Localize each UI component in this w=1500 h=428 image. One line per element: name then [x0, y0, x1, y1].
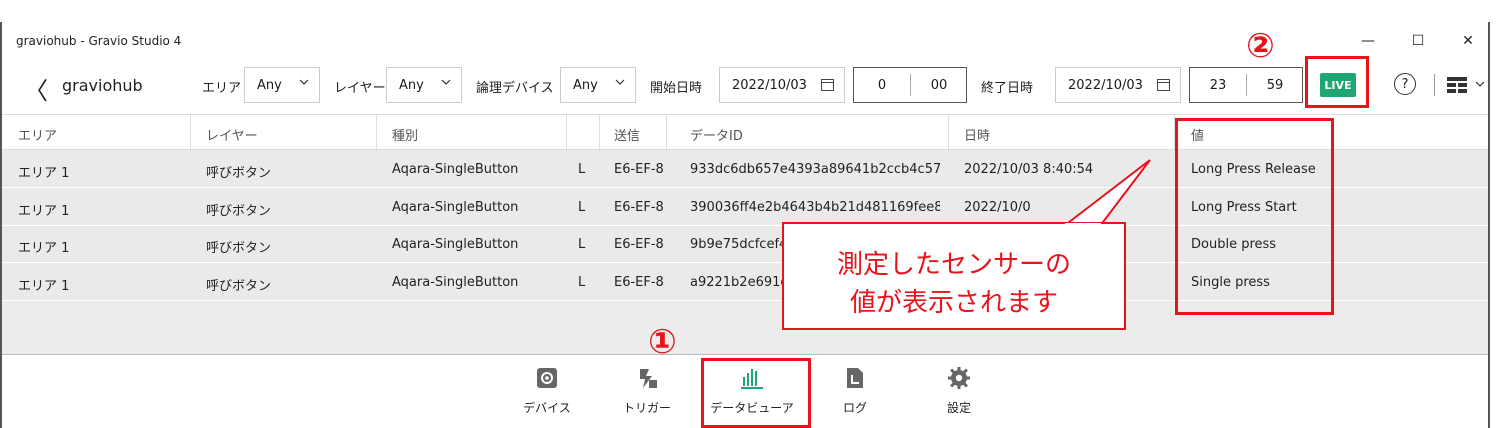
cell-sender: E6-EF-8: [614, 274, 664, 290]
start-date-value: 2022/10/03: [732, 77, 807, 93]
data-viewer-highlight-box: [701, 358, 811, 428]
column-divider: [666, 115, 667, 151]
area-value: Any: [257, 77, 282, 93]
start-time-picker[interactable]: 0 00: [853, 67, 967, 103]
cell-area: エリア 1: [18, 241, 70, 256]
cell-layer: 呼びボタン: [206, 166, 272, 181]
end-label: 終了日時: [981, 81, 1034, 96]
toolbar-divider: [1434, 74, 1435, 96]
col-data-id[interactable]: データID: [690, 125, 743, 144]
chevron-down-icon[interactable]: [1475, 79, 1485, 89]
cell-sender: E6-EF-8: [614, 162, 664, 177]
column-divider: [566, 115, 567, 151]
area-label: エリア: [202, 81, 242, 96]
cell-datetime: 2022/10/0: [964, 199, 1031, 215]
cell-layer: 呼びボタン: [206, 241, 272, 256]
chevron-down-icon: [615, 79, 625, 85]
nav-settings-label: 設定: [946, 401, 971, 415]
callout-line-1: 測定したセンサーの: [836, 250, 1071, 280]
end-date-value: 2022/10/03: [1068, 77, 1143, 93]
end-hour: 23: [1209, 78, 1227, 93]
cell-sender: E6-EF-8: [614, 199, 664, 215]
start-hour: 0: [877, 78, 887, 93]
device-icon: [537, 368, 557, 388]
maximize-button[interactable]: ☐: [1398, 30, 1438, 52]
cell-type: Aqara-SingleButton: [392, 199, 519, 215]
column-divider: [948, 115, 949, 151]
col-layer[interactable]: レイヤー: [206, 125, 258, 144]
cell-data-id: 933dc6db657e4393a89641b2ccb4c57: [690, 162, 940, 177]
end-time-picker[interactable]: 23 59: [1189, 67, 1303, 103]
col-area[interactable]: エリア: [18, 125, 57, 144]
cell-l: L: [578, 199, 586, 215]
column-divider: [190, 115, 191, 151]
device-value: Any: [573, 77, 598, 93]
nav-settings[interactable]: 設定: [914, 355, 1004, 425]
layout-icon[interactable]: [1447, 77, 1467, 93]
end-date-picker[interactable]: 2022/10/03: [1055, 67, 1181, 103]
calendar-icon: [821, 79, 834, 91]
device-select[interactable]: Any: [560, 67, 636, 103]
cell-l: L: [578, 237, 586, 252]
chevron-down-icon: [299, 79, 309, 85]
nav-log[interactable]: ログ: [810, 355, 900, 425]
layer-select[interactable]: Any: [386, 67, 462, 103]
live-highlight-box: [1305, 56, 1369, 108]
cell-layer: 呼びボタン: [206, 203, 272, 219]
nav-triggers[interactable]: トリガー: [602, 355, 692, 425]
cell-type: Aqara-SingleButton: [392, 237, 519, 252]
cell-sender: E6-EF-8: [614, 237, 664, 252]
log-icon: [847, 368, 863, 388]
col-type[interactable]: 種別: [392, 125, 418, 144]
hub-name: graviohub: [62, 76, 143, 95]
cell-type: Aqara-SingleButton: [392, 162, 519, 177]
layer-label: レイヤー: [334, 81, 386, 96]
back-button[interactable]: 〈: [24, 71, 48, 106]
device-label: 論理デバイス: [476, 81, 554, 96]
nav-devices[interactable]: デバイス: [502, 355, 592, 425]
cell-data-id: 390036ff4e2b4643b4b21d481169fee8: [690, 199, 940, 215]
cell-area: エリア 1: [18, 278, 70, 294]
callout-line-2: 値が表示されます: [849, 288, 1058, 318]
cell-datetime: 2022/10/03 8:40:54: [964, 162, 1094, 177]
window-title: graviohub - Gravio Studio 4: [16, 34, 182, 48]
trigger-icon: [640, 369, 657, 388]
calendar-icon: [1157, 79, 1170, 91]
cell-layer: 呼びボタン: [206, 278, 272, 294]
close-button[interactable]: ✕: [1448, 30, 1488, 52]
end-minute: 59: [1266, 78, 1284, 93]
col-datetime[interactable]: 日時: [964, 125, 990, 144]
help-icon[interactable]: ?: [1394, 73, 1416, 95]
nav-devices-label: デバイス: [523, 401, 571, 415]
nav-triggers-label: トリガー: [622, 401, 671, 415]
settings-icon: [948, 367, 970, 389]
start-label: 開始日時: [650, 81, 703, 96]
marker-1: ①: [648, 322, 677, 362]
area-select[interactable]: Any: [244, 67, 320, 103]
layer-value: Any: [399, 77, 424, 93]
filter-toolbar: 〈 graviohub エリア Any レイヤー Any 論理デバイス Any …: [2, 62, 1488, 108]
start-date-picker[interactable]: 2022/10/03: [719, 67, 845, 103]
nav-log-label: ログ: [842, 401, 867, 415]
value-column-highlight-box: [1175, 118, 1334, 315]
marker-2: ②: [1246, 26, 1275, 66]
start-minute: 00: [930, 78, 948, 93]
callout-pointer-cover: [1065, 223, 1101, 230]
callout-box: 測定したセンサーの 値が表示されます: [782, 222, 1126, 330]
chevron-down-icon: [441, 79, 451, 85]
col-sender[interactable]: 送信: [614, 125, 664, 144]
column-divider: [599, 115, 600, 151]
column-divider: [376, 115, 377, 151]
cell-l: L: [578, 274, 586, 290]
cell-l: L: [578, 162, 586, 177]
minimize-button[interactable]: —: [1348, 30, 1388, 52]
cell-type: Aqara-SingleButton: [392, 274, 519, 290]
cell-area: エリア 1: [18, 203, 70, 219]
cell-area: エリア 1: [18, 166, 70, 181]
